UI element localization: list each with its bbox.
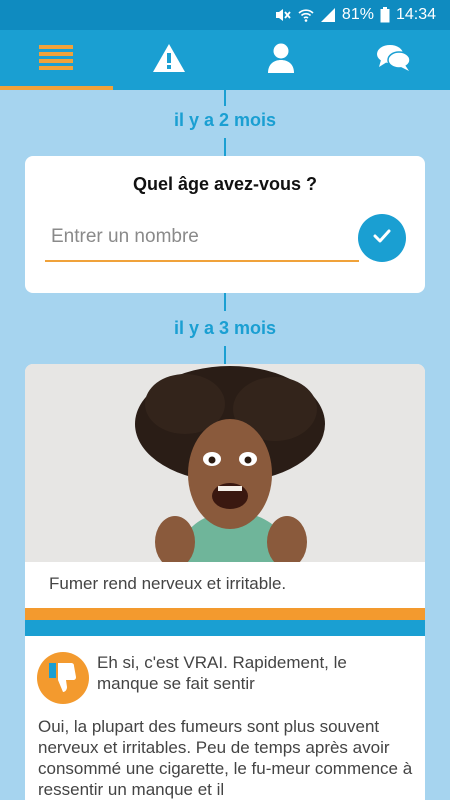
battery-icon: [380, 7, 390, 23]
submit-button[interactable]: [358, 214, 406, 262]
list-icon: [39, 44, 74, 76]
status-bar: 81% 14:34: [0, 0, 450, 30]
signal-icon: [320, 7, 336, 23]
age-input[interactable]: [45, 214, 359, 262]
statement-caption: Fumer rend nerveux et irritable.: [49, 574, 287, 593]
stressed-man-photo: [25, 364, 425, 562]
question-card: Quel âge avez-vous ?: [25, 156, 425, 293]
explanation-text: Oui, la plupart des fumeurs sont plus so…: [38, 717, 413, 799]
chat-icon: [376, 44, 411, 77]
mute-icon: [274, 7, 292, 23]
wifi-icon: [298, 7, 314, 23]
timeline-line: [224, 90, 226, 106]
timeline-line: [224, 346, 226, 364]
tab-chat[interactable]: [338, 30, 450, 90]
answer-card: Eh si, c'est VRAI. Rapidement, le manque…: [25, 636, 425, 800]
clock: 14:34: [395, 6, 436, 23]
timeline-line: [224, 138, 226, 156]
check-icon: [373, 229, 391, 248]
timeline-label: il y a 2 mois: [173, 110, 277, 130]
tab-profile[interactable]: [225, 30, 338, 90]
thumbs-down-icon: [37, 652, 89, 704]
user-icon: [267, 43, 295, 78]
timeline-line: [224, 293, 226, 311]
statement-card: Fumer rend nerveux et irritable.: [25, 364, 425, 608]
divider-stripe: [25, 608, 425, 620]
question-title: Quel âge avez-vous ?: [132, 174, 318, 194]
tab-warning[interactable]: [113, 30, 226, 90]
divider-stripe: [25, 620, 425, 636]
tab-bar: [0, 30, 450, 90]
battery-percent: 81%: [341, 6, 374, 23]
tab-feed[interactable]: [0, 30, 113, 90]
verdict-text: Eh si, c'est VRAI. Rapidement, le manque…: [97, 653, 347, 693]
timeline-label: il y a 3 mois: [173, 318, 277, 338]
warning-icon: [152, 43, 186, 78]
